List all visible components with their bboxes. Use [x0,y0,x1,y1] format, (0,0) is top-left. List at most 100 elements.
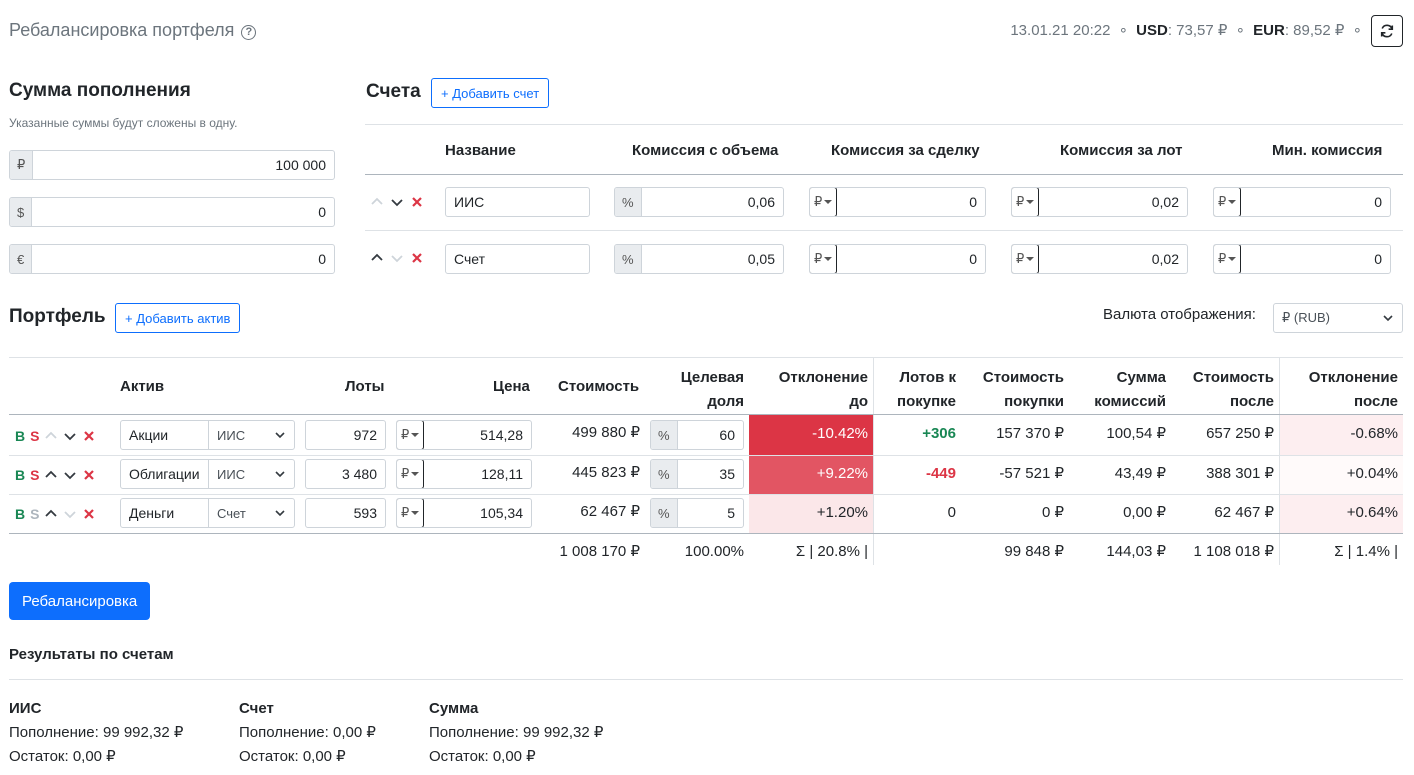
delete-icon[interactable] [82,468,96,482]
account-volume-commission-input[interactable]: % 0,06 [614,187,784,217]
account-min-commission-input[interactable]: ₽ 0 [1213,187,1391,217]
delete-icon[interactable] [82,507,96,521]
asset-price-value[interactable]: 128,11 [424,460,531,488]
asset-lots-input[interactable]: 593 [305,498,386,528]
asset-lots-to-buy: +306 [922,424,956,442]
currency-dropdown[interactable]: ₽ [397,499,425,527]
asset-dev-before: -10.42% [812,424,868,442]
currency-dropdown[interactable]: ₽ [810,245,838,273]
asset-price-input[interactable]: ₽ 128,11 [396,459,532,489]
currency-dropdown[interactable]: ₽ [1012,188,1040,216]
buy-toggle[interactable]: B [15,428,25,444]
asset-price-input[interactable]: ₽ 105,34 [396,498,532,528]
display-currency-label: Валюта отображения: [1103,306,1256,323]
currency-dropdown[interactable]: ₽ [397,460,425,488]
asset-lots-input[interactable]: 972 [305,420,386,450]
asset-target-input[interactable]: % 60 [650,420,744,450]
refresh-rates-button[interactable] [1371,15,1403,47]
account-deal-commission-value[interactable]: 0 [837,188,985,216]
account-deal-commission-input[interactable]: ₽ 0 [809,187,986,217]
deposit-rub-value[interactable]: 100 000 [33,151,334,179]
col-header-dev-after-l1: Отклонение [1308,369,1398,386]
delete-icon[interactable] [410,195,424,209]
asset-target-value[interactable]: 35 [678,460,743,488]
col-header-commission-l1: Сумма [1116,369,1166,386]
asset-account-value: ИИС [217,427,246,443]
currency-dropdown[interactable]: ₽ [1012,245,1040,273]
sell-toggle[interactable]: S [30,506,39,522]
asset-price-value[interactable]: 514,28 [424,421,531,449]
display-currency-select[interactable]: ₽ (RUB) [1273,303,1403,333]
rebalance-button[interactable]: Ребалансировка [9,582,151,620]
divider [365,174,1403,175]
chevron-up-icon[interactable] [370,195,384,209]
currency-dropdown[interactable]: ₽ [397,421,425,449]
add-account-button[interactable]: + Добавить счет [431,78,550,108]
asset-target-value[interactable]: 60 [678,421,743,449]
deposit-eur-input[interactable]: € 0 [9,244,335,274]
account-volume-commission-value[interactable]: 0,05 [642,245,783,273]
asset-target-input[interactable]: % 5 [650,498,744,528]
account-volume-commission-value[interactable]: 0,06 [642,188,783,216]
account-name-input[interactable]: Счет [445,244,590,274]
chevron-down-icon[interactable] [63,468,77,482]
caret-down-icon [1026,257,1035,261]
col-header-dev-before-l2: до [849,393,868,410]
result-rest: Остаток: 0,00 ₽ [9,748,116,765]
account-deal-commission-value[interactable]: 0 [837,245,985,273]
account-volume-commission-input[interactable]: % 0,05 [614,244,784,274]
col-header-lots: Лоты [345,378,385,395]
asset-account-value: ИИС [217,466,246,482]
account-lot-commission-input[interactable]: ₽ 0,02 [1011,187,1188,217]
deposit-rub-input[interactable]: ₽ 100 000 [9,150,335,180]
asset-lots-input[interactable]: 3 480 [305,459,386,489]
asset-price-value[interactable]: 105,34 [424,499,531,527]
asset-name-input[interactable]: Деньги [120,498,209,528]
account-deal-commission-input[interactable]: ₽ 0 [809,244,986,274]
asset-name-input[interactable]: Акции [120,420,209,450]
sell-toggle[interactable]: S [30,428,39,444]
buy-toggle[interactable]: B [15,506,25,522]
deposit-usd-input[interactable]: $ 0 [9,197,335,227]
result-card-account: Счет Пополнение: 0,00 ₽ Остаток: 0,00 ₽ [239,700,376,765]
asset-name-input[interactable]: Облигации [120,459,209,489]
account-min-commission-value[interactable]: 0 [1241,188,1390,216]
account-lot-commission-value[interactable]: 0,02 [1039,188,1187,216]
account-min-commission-value[interactable]: 0 [1241,245,1390,273]
chevron-down-icon[interactable] [390,195,404,209]
currency-dropdown[interactable]: ₽ [1214,245,1242,273]
account-lot-commission-value[interactable]: 0,02 [1039,245,1187,273]
currency-dropdown[interactable]: ₽ [1214,188,1242,216]
caret-down-icon [411,472,420,476]
chevron-down-icon[interactable] [390,251,404,265]
chevron-up-icon[interactable] [370,251,384,265]
account-lot-commission-input[interactable]: ₽ 0,02 [1011,244,1188,274]
asset-row-controls: B S [15,506,96,522]
currency-dropdown[interactable]: ₽ [810,188,838,216]
buy-toggle[interactable]: B [15,467,25,483]
asset-price-input[interactable]: ₽ 514,28 [396,420,532,450]
asset-account-select[interactable]: ИИС [208,459,295,489]
currency-dropdown-value: ₽ [814,194,823,209]
deposit-eur-value[interactable]: 0 [32,245,334,273]
sell-toggle[interactable]: S [30,467,39,483]
account-name-input[interactable]: ИИС [445,187,590,217]
chevron-up-icon[interactable] [44,468,58,482]
asset-target-input[interactable]: % 35 [650,459,744,489]
asset-target-value[interactable]: 5 [678,499,743,527]
chevron-down-icon[interactable] [63,507,77,521]
asset-account-select[interactable]: ИИС [208,420,295,450]
chevron-down-icon[interactable] [63,429,77,443]
add-asset-button[interactable]: + Добавить актив [115,303,241,333]
caret-down-icon [411,511,420,515]
account-min-commission-input[interactable]: ₽ 0 [1213,244,1391,274]
delete-icon[interactable] [410,251,424,265]
deposit-usd-value[interactable]: 0 [32,198,334,226]
deposit-title: Сумма пополнения [9,80,191,101]
chevron-up-icon[interactable] [44,429,58,443]
help-icon[interactable]: ? [241,25,257,40]
chevron-up-icon[interactable] [44,507,58,521]
asset-account-select[interactable]: Счет [208,498,295,528]
rates-separator: ∘ [1235,22,1245,39]
delete-icon[interactable] [82,429,96,443]
